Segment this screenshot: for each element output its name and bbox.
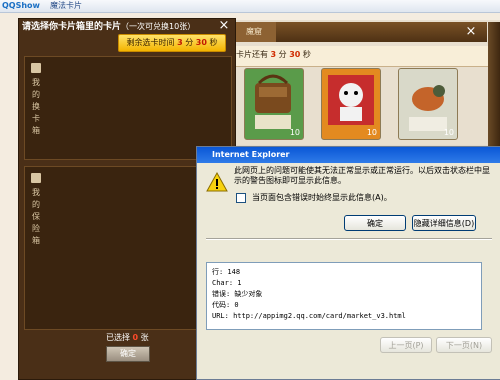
game-countdown-text: 卡片还有 3 分 30 秒 (236, 50, 311, 59)
game-close-icon[interactable]: × (462, 22, 480, 42)
warning-icon (206, 171, 228, 192)
exchange-box-label: 我的换卡箱 (32, 78, 40, 135)
detail-line: URL: http://appimg2.qq.com/card/market_v… (212, 312, 406, 320)
safe-icon (31, 173, 41, 183)
exchange-box-area[interactable]: 我的换卡箱 (24, 56, 232, 160)
selected-count-text: 已选择 0 张 (106, 333, 149, 342)
ok-button[interactable]: 确定 (344, 215, 406, 231)
remaining-time-badge: 剩余选卡时间 3 分 30 秒 (118, 34, 226, 52)
browser-tab-title[interactable]: 魔法卡片 (50, 0, 82, 12)
detail-line: 代码: 0 (212, 301, 239, 309)
dialog-message: 此网页上的问题可能使其无法正常显示或正常运行。以后双击状态栏中显示的警告图标即可… (234, 166, 490, 185)
card-count: 10 (443, 128, 454, 137)
qqshow-logo: QQShow (2, 1, 40, 10)
detail-line: 行: 148 (212, 268, 241, 276)
panel-title: 请选择你卡片箱里的卡片（一次可兑换10张） (22, 22, 196, 32)
detail-line: 错误: 缺少对象 (212, 290, 263, 298)
confirm-button[interactable]: 确定 (106, 346, 150, 362)
always-show-label: 当页面包含错误时始终显示此信息(A)。 (252, 193, 392, 202)
next-page-button[interactable]: 下一页(N) (436, 337, 492, 353)
hide-details-button[interactable]: 隐藏详细信息(D) (412, 215, 476, 231)
card-item[interactable]: 10 (321, 68, 381, 140)
card-count: 10 (289, 128, 300, 137)
dialog-divider (206, 238, 492, 240)
prev-page-button[interactable]: 上一页(P) (380, 337, 432, 353)
card-item[interactable]: 10 (244, 68, 304, 140)
detail-line: Char: 1 (212, 279, 242, 287)
game-tab-label[interactable]: 魔窟 (232, 22, 276, 42)
always-show-checkbox[interactable] (236, 193, 246, 203)
dialog-title: Internet Explorer (212, 150, 290, 159)
box-icon (31, 63, 41, 73)
safe-box-label: 我的保险箱 (32, 188, 40, 245)
card-item[interactable]: 10 (398, 68, 458, 140)
card-count: 10 (366, 128, 377, 137)
panel-close-icon[interactable]: × (216, 18, 232, 34)
